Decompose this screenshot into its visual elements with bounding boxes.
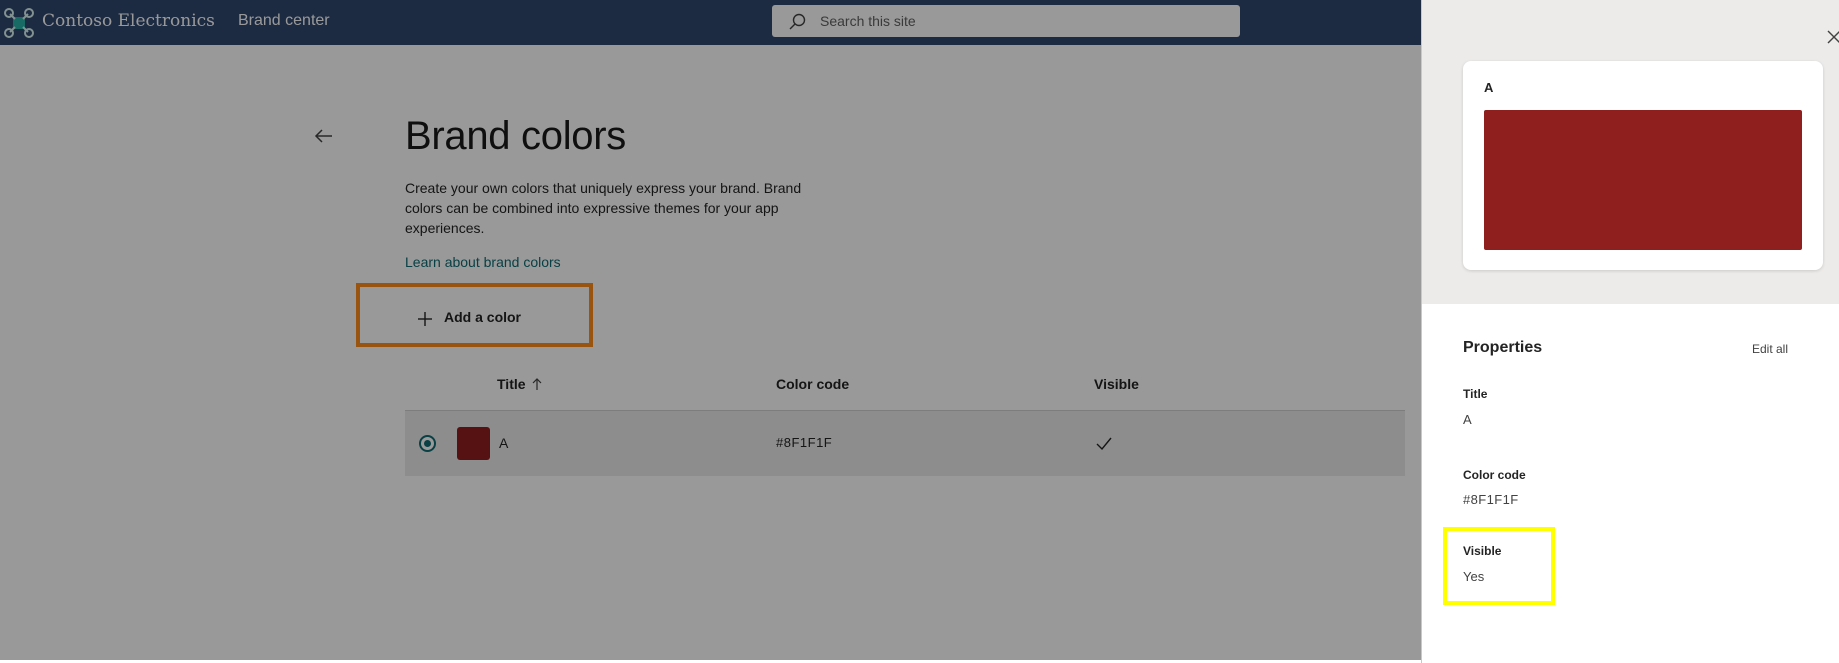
- plus-icon: [418, 312, 432, 326]
- panel-preview-area: A: [1422, 0, 1839, 304]
- property-color-code-value: #8F1F1F: [1463, 492, 1519, 507]
- add-color-button[interactable]: Add a color: [356, 283, 593, 347]
- search-input[interactable]: [820, 5, 1220, 37]
- add-color-label: Add a color: [444, 309, 522, 325]
- learn-about-brand-colors-link[interactable]: Learn about brand colors: [405, 254, 561, 270]
- color-preview-card: A: [1463, 61, 1823, 270]
- search-box[interactable]: [772, 5, 1240, 37]
- arrow-left-icon[interactable]: [312, 124, 336, 148]
- nav-item-brand-center[interactable]: Brand center: [238, 12, 330, 30]
- checkmark-icon: [1096, 437, 1112, 451]
- row-title: A: [499, 435, 509, 451]
- visible-highlight-box: [1443, 527, 1555, 605]
- properties-heading: Properties: [1463, 339, 1543, 356]
- property-visible-value: Yes: [1463, 569, 1485, 584]
- arrow-up-icon: [532, 378, 542, 390]
- property-visible-label: Visible: [1463, 544, 1502, 558]
- row-color-code: #8F1F1F: [776, 435, 833, 450]
- search-icon: [789, 13, 806, 30]
- column-header-visible[interactable]: Visible: [1094, 376, 1139, 392]
- row-select-radio-dot: [424, 440, 431, 447]
- site-name[interactable]: Contoso Electronics: [42, 11, 215, 31]
- drone-logo-icon[interactable]: [4, 8, 34, 38]
- table-row[interactable]: A #8F1F1F: [405, 411, 1405, 476]
- details-panel: A Properties Edit all Title A Color code…: [1421, 0, 1839, 663]
- property-title-value: A: [1463, 412, 1472, 427]
- preview-label: A: [1484, 80, 1494, 95]
- property-title-label: Title: [1463, 387, 1488, 401]
- column-header-color-code[interactable]: Color code: [776, 376, 849, 392]
- page-description: Create your own colors that uniquely exp…: [405, 180, 802, 236]
- row-select-radio[interactable]: [419, 435, 436, 452]
- column-header-title[interactable]: Title: [497, 376, 526, 392]
- main-page: Contoso Electronics Brand center Brand c…: [0, 0, 1421, 660]
- preview-swatch: [1484, 110, 1802, 250]
- edit-all-button[interactable]: Edit all: [1752, 342, 1788, 356]
- page-title: Brand colors: [405, 114, 626, 158]
- top-bar: Contoso Electronics Brand center: [0, 0, 1421, 45]
- row-color-swatch: [457, 427, 490, 460]
- close-icon[interactable]: [1827, 30, 1839, 44]
- property-color-code-label: Color code: [1463, 468, 1526, 482]
- modal-overlay: [0, 0, 1421, 660]
